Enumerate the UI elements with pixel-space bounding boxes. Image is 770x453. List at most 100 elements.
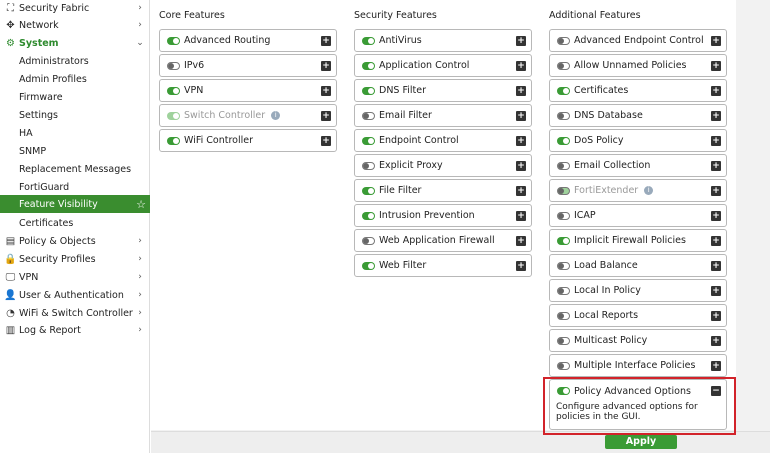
expand-icon[interactable]: + <box>516 110 526 121</box>
feature-dos-policy[interactable]: DoS Policy + <box>549 129 727 152</box>
toggle-switch[interactable] <box>557 61 570 70</box>
sidebar-item-feature-visibility[interactable]: Feature Visibility ☆ <box>0 195 150 213</box>
feature-web-filter[interactable]: Web Filter + <box>354 254 532 277</box>
sidebar-item-firmware[interactable]: Firmware <box>0 88 150 106</box>
feature-certificates[interactable]: Certificates + <box>549 79 727 102</box>
feature-load-balance[interactable]: Load Balance + <box>549 254 727 277</box>
star-icon[interactable]: ☆ <box>136 198 146 211</box>
feature-switch-controller[interactable]: Switch Controller i + <box>159 104 337 127</box>
expand-icon[interactable]: + <box>711 110 721 121</box>
toggle-switch[interactable] <box>557 86 570 95</box>
toggle-switch[interactable] <box>557 311 570 320</box>
expand-icon[interactable]: + <box>516 260 526 271</box>
sidebar-item-vpn[interactable]: 🖵 VPN › <box>0 268 150 286</box>
feature-advanced-endpoint-control[interactable]: Advanced Endpoint Control + <box>549 29 727 52</box>
sidebar-item-network[interactable]: ✥ Network › <box>0 16 150 34</box>
feature-local-in-policy[interactable]: Local In Policy + <box>549 279 727 302</box>
toggle-switch[interactable] <box>362 86 375 95</box>
expand-icon[interactable]: + <box>321 35 331 46</box>
expand-icon[interactable]: + <box>516 210 526 221</box>
sidebar-item-security-fabric[interactable]: ⛶ Security Fabric › <box>0 0 150 17</box>
expand-icon[interactable]: + <box>321 60 331 71</box>
toggle-switch[interactable] <box>557 136 570 145</box>
feature-web-application-firewall[interactable]: Web Application Firewall + <box>354 229 532 252</box>
toggle-switch[interactable] <box>557 261 570 270</box>
toggle-switch[interactable] <box>557 36 570 45</box>
expand-icon[interactable]: + <box>516 85 526 96</box>
expand-icon[interactable]: + <box>516 60 526 71</box>
info-icon[interactable]: i <box>271 111 281 120</box>
expand-icon[interactable]: + <box>711 60 721 71</box>
feature-ipv6[interactable]: IPv6 + <box>159 54 337 77</box>
expand-icon[interactable]: + <box>711 235 721 246</box>
expand-icon[interactable]: + <box>711 335 721 346</box>
expand-icon[interactable]: + <box>516 235 526 246</box>
feature-explicit-proxy[interactable]: Explicit Proxy + <box>354 154 532 177</box>
feature-vpn[interactable]: VPN + <box>159 79 337 102</box>
toggle-switch[interactable] <box>557 286 570 295</box>
toggle-switch[interactable] <box>167 36 180 45</box>
toggle-switch[interactable] <box>362 61 375 70</box>
expand-icon[interactable]: + <box>711 285 721 296</box>
toggle-switch[interactable] <box>557 361 570 370</box>
sidebar-item-certificates[interactable]: Certificates <box>0 214 150 232</box>
expand-icon[interactable]: + <box>321 110 331 121</box>
expand-icon[interactable]: + <box>711 135 721 146</box>
toggle-switch[interactable] <box>557 111 570 120</box>
expand-icon[interactable]: + <box>711 85 721 96</box>
feature-dns-database[interactable]: DNS Database + <box>549 104 727 127</box>
expand-icon[interactable]: + <box>711 35 721 46</box>
toggle-switch[interactable] <box>167 86 180 95</box>
sidebar-item-settings[interactable]: Settings <box>0 106 150 124</box>
sidebar-item-wifi-and-switch-controller[interactable]: ◔ WiFi & Switch Controller › <box>0 304 150 322</box>
expand-icon[interactable]: + <box>711 260 721 271</box>
feature-application-control[interactable]: Application Control + <box>354 54 532 77</box>
expand-icon[interactable]: + <box>711 185 721 196</box>
feature-wifi-controller[interactable]: WiFi Controller + <box>159 129 337 152</box>
sidebar-item-system[interactable]: ⚙ System ⌄ <box>0 34 150 52</box>
feature-multiple-interface-policies[interactable]: Multiple Interface Policies + <box>549 354 727 377</box>
sidebar-item-administrators[interactable]: Administrators <box>0 52 150 70</box>
feature-icap[interactable]: ICAP + <box>549 204 727 227</box>
feature-local-reports[interactable]: Local Reports + <box>549 304 727 327</box>
sidebar-item-policy-and-objects[interactable]: ▤ Policy & Objects › <box>0 232 150 250</box>
sidebar-item-snmp[interactable]: SNMP <box>0 142 150 160</box>
expand-icon[interactable]: + <box>711 210 721 221</box>
info-icon[interactable]: i <box>644 186 654 195</box>
feature-implicit-firewall-policies[interactable]: Implicit Firewall Policies + <box>549 229 727 252</box>
sidebar-item-user-and-authentication[interactable]: 👤 User & Authentication › <box>0 286 150 304</box>
apply-button[interactable]: Apply <box>605 435 677 449</box>
toggle-switch[interactable] <box>362 261 375 270</box>
feature-advanced-routing[interactable]: Advanced Routing + <box>159 29 337 52</box>
toggle-switch[interactable] <box>167 136 180 145</box>
toggle-switch[interactable] <box>557 236 570 245</box>
feature-dns-filter[interactable]: DNS Filter + <box>354 79 532 102</box>
toggle-switch[interactable] <box>557 161 570 170</box>
toggle-switch[interactable] <box>362 111 375 120</box>
toggle-switch[interactable] <box>362 161 375 170</box>
feature-intrusion-prevention[interactable]: Intrusion Prevention + <box>354 204 532 227</box>
expand-icon[interactable]: + <box>711 310 721 321</box>
expand-icon[interactable]: + <box>516 160 526 171</box>
sidebar-item-log-and-report[interactable]: ▥ Log & Report › <box>0 321 150 339</box>
sidebar-item-ha[interactable]: HA <box>0 124 150 142</box>
toggle-switch[interactable] <box>362 136 375 145</box>
toggle-switch[interactable] <box>362 36 375 45</box>
expand-icon[interactable]: + <box>516 135 526 146</box>
expand-icon[interactable]: + <box>711 160 721 171</box>
sidebar-item-admin-profiles[interactable]: Admin Profiles <box>0 70 150 88</box>
feature-endpoint-control[interactable]: Endpoint Control + <box>354 129 532 152</box>
feature-file-filter[interactable]: File Filter + <box>354 179 532 202</box>
feature-email-collection[interactable]: Email Collection + <box>549 154 727 177</box>
feature-antivirus[interactable]: AntiVirus + <box>354 29 532 52</box>
sidebar-item-fortiguard[interactable]: FortiGuard <box>0 178 150 196</box>
feature-fortiextender[interactable]: FortiExtender i + <box>549 179 727 202</box>
expand-icon[interactable]: + <box>321 135 331 146</box>
toggle-switch[interactable] <box>362 211 375 220</box>
expand-icon[interactable]: + <box>516 35 526 46</box>
feature-multicast-policy[interactable]: Multicast Policy + <box>549 329 727 352</box>
expand-icon[interactable]: + <box>321 85 331 96</box>
expand-icon[interactable]: + <box>516 185 526 196</box>
sidebar-item-replacement-messages[interactable]: Replacement Messages <box>0 160 150 178</box>
toggle-switch[interactable] <box>362 186 375 195</box>
